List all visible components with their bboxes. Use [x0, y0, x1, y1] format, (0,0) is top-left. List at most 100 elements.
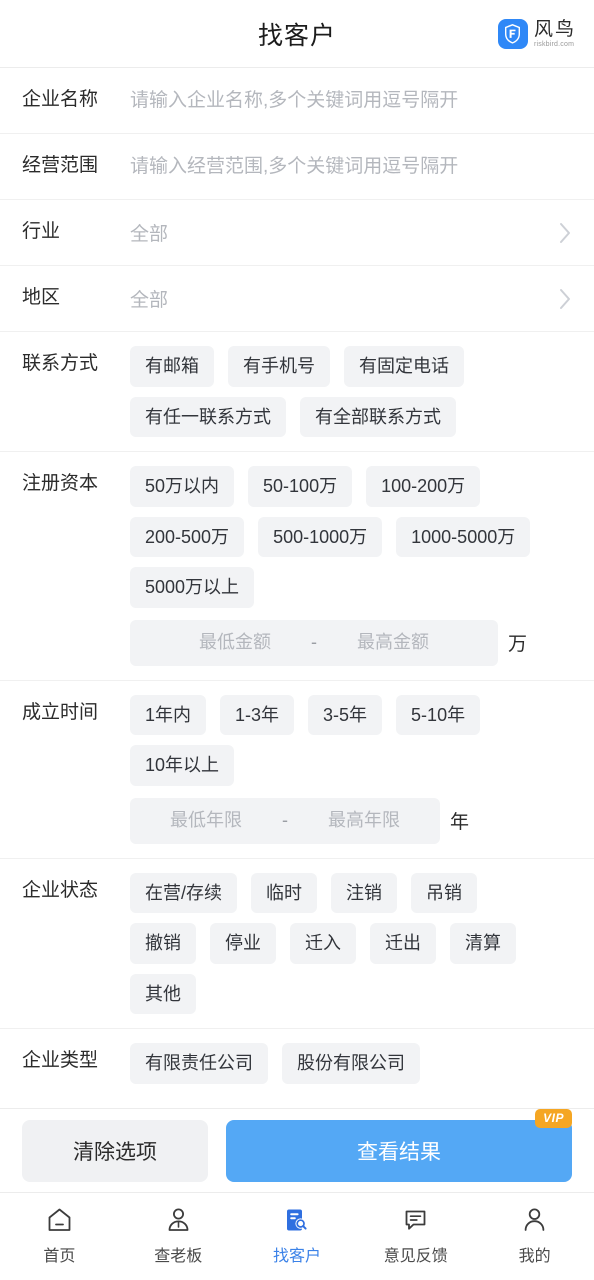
label-company-name: 企业名称 [22, 89, 99, 111]
home-icon [45, 1205, 74, 1235]
tab-label: 查老板 [154, 1248, 203, 1265]
tab-label: 首页 [43, 1248, 76, 1265]
established-unit: 年 [450, 812, 470, 833]
label-region: 地区 [22, 287, 61, 309]
tag-option[interactable]: 其他 [130, 973, 196, 1014]
tag-option[interactable]: 有限责任公司 [130, 1043, 268, 1084]
field-business-scope[interactable]: 经营范围 [0, 133, 594, 200]
vip-badge: VIP [535, 1108, 572, 1129]
tag-option[interactable]: 5000万以上 [130, 567, 255, 608]
tag-option[interactable]: 有手机号 [228, 346, 330, 387]
tab-find-customer[interactable]: 找客户 [238, 1205, 357, 1266]
field-company-type[interactable]: 企业类型 有限责任公司 股份有限公司 [0, 1029, 594, 1098]
tag-option[interactable]: 有全部联系方式 [300, 396, 456, 437]
tag-option[interactable]: 500-1000万 [258, 516, 383, 557]
shield-icon [497, 18, 528, 49]
tag-option[interactable]: 1年内 [130, 694, 207, 735]
tag-line: 有任一联系方式 有全部联系方式 [130, 396, 572, 437]
tag-option[interactable]: 迁出 [370, 923, 436, 964]
tag-line: 撤销 停业 迁入 迁出 清算 [130, 923, 572, 964]
view-results-button[interactable]: 查看结果 [226, 1119, 572, 1182]
tag-option[interactable]: 注销 [331, 872, 398, 913]
tag-line: 5000万以上 [130, 567, 572, 608]
label-established: 成立时间 [22, 701, 99, 723]
business-scope-input[interactable] [130, 133, 572, 200]
brand-domain: riskbird.com [533, 40, 575, 48]
tag-option[interactable]: 3-5年 [308, 694, 383, 735]
tag-line: 有限责任公司 股份有限公司 [130, 1043, 572, 1084]
tag-option[interactable]: 迁入 [290, 923, 356, 964]
field-region[interactable]: 地区 全部 [0, 266, 594, 332]
app-header: 找客户 风鸟 riskbird.com [0, 0, 594, 68]
label-registered-capital: 注册资本 [22, 473, 99, 494]
document-search-icon [282, 1205, 311, 1235]
action-bar: 清除选项 查看结果 VIP [0, 1108, 594, 1192]
tag-option[interactable]: 50万以内 [130, 466, 235, 507]
tag-option[interactable]: 200-500万 [130, 516, 245, 557]
tab-home[interactable]: 首页 [0, 1205, 119, 1266]
established-max-input[interactable] [294, 810, 434, 831]
tag-option[interactable]: 有任一联系方式 [130, 396, 286, 437]
established-min-input[interactable] [136, 810, 276, 831]
tag-option[interactable]: 股份有限公司 [282, 1043, 420, 1084]
capital-range-box[interactable]: - [130, 619, 498, 666]
tag-option[interactable]: 在营/存续 [130, 872, 238, 913]
chevron-right-icon[interactable] [551, 221, 572, 245]
established-range-box[interactable]: - [130, 797, 440, 844]
tab-find-boss[interactable]: 查老板 [119, 1205, 238, 1266]
tag-line: 其他 [130, 973, 572, 1014]
field-established[interactable]: 成立时间 1年内 1-3年 3-5年 5-10年 10年以上 最低年限 - 最高… [0, 680, 594, 859]
tag-option[interactable]: 1000-5000万 [396, 516, 531, 557]
field-industry[interactable]: 行业 全部 [0, 200, 594, 266]
industry-value: 全部 [130, 224, 169, 245]
label-business-scope: 经营范围 [22, 155, 99, 177]
chevron-right-icon[interactable] [551, 287, 572, 311]
label-company-type: 企业类型 [22, 1050, 99, 1071]
feedback-icon [401, 1205, 430, 1235]
tag-option[interactable]: 停业 [210, 923, 276, 964]
label-contact: 联系方式 [22, 353, 99, 374]
page-title: 找客户 [257, 21, 336, 50]
tag-option[interactable]: 1-3年 [220, 694, 295, 735]
capital-range[interactable]: - 万 [130, 619, 572, 666]
person-search-icon [164, 1205, 193, 1235]
tag-line: 1年内 1-3年 3-5年 5-10年 [130, 694, 572, 735]
bottom-tabbar: 首页 查老板 找客户 意见反馈 我的 [0, 1192, 594, 1280]
field-registered-capital[interactable]: 注册资本 50万以内 50-100万 100-200万 200-500万 500… [0, 452, 594, 681]
app-screen: 找客户 风鸟 riskbird.com 企业名称 经营范围 [0, 0, 594, 1280]
tab-label: 我的 [518, 1248, 551, 1265]
tag-option[interactable]: 撤销 [130, 923, 196, 964]
tag-option[interactable]: 有邮箱 [130, 346, 214, 387]
tag-option[interactable]: 临时 [251, 872, 318, 913]
tag-option[interactable]: 100-200万 [366, 466, 481, 507]
capital-unit: 万 [508, 634, 528, 655]
tag-line: 50万以内 50-100万 100-200万 [130, 466, 572, 507]
tab-label: 找客户 [272, 1248, 321, 1265]
brand-name: 风鸟 [533, 18, 576, 40]
field-company-status[interactable]: 企业状态 在营/存续 临时 注销 吊销 撤销 停业 迁入 迁出 清算 其他 [0, 858, 594, 1029]
tag-option[interactable]: 50-100万 [248, 466, 353, 507]
tag-option[interactable]: 5-10年 [396, 694, 481, 735]
clear-options-button[interactable]: 清除选项 [22, 1119, 208, 1182]
capital-min-input[interactable] [165, 632, 305, 653]
tag-option[interactable]: 吊销 [411, 872, 478, 913]
field-company-name[interactable]: 企业名称 [0, 68, 594, 134]
company-name-input[interactable] [130, 68, 572, 134]
filter-form[interactable]: 企业名称 经营范围 行业 全部 地区 全部 [0, 68, 594, 1108]
region-value: 全部 [130, 290, 169, 311]
brand-logo: 风鸟 riskbird.com [497, 18, 576, 49]
tag-line: 在营/存续 临时 注销 吊销 [130, 872, 572, 913]
tab-label: 意见反馈 [383, 1248, 448, 1265]
tag-line: 有邮箱 有手机号 有固定电话 [130, 346, 572, 387]
tab-feedback[interactable]: 意见反馈 [356, 1205, 475, 1266]
field-contact[interactable]: 联系方式 有邮箱 有手机号 有固定电话 有任一联系方式 有全部联系方式 [0, 332, 594, 452]
established-range[interactable]: - 年 [130, 797, 572, 844]
tag-option[interactable]: 清算 [450, 923, 516, 964]
label-industry: 行业 [22, 221, 61, 243]
tag-option[interactable]: 10年以上 [130, 745, 235, 786]
capital-max-input[interactable] [323, 632, 463, 653]
tag-option[interactable]: 有固定电话 [344, 346, 464, 387]
range-separator: - [311, 632, 317, 652]
tab-mine[interactable]: 我的 [475, 1205, 594, 1266]
label-company-status: 企业状态 [22, 879, 99, 901]
